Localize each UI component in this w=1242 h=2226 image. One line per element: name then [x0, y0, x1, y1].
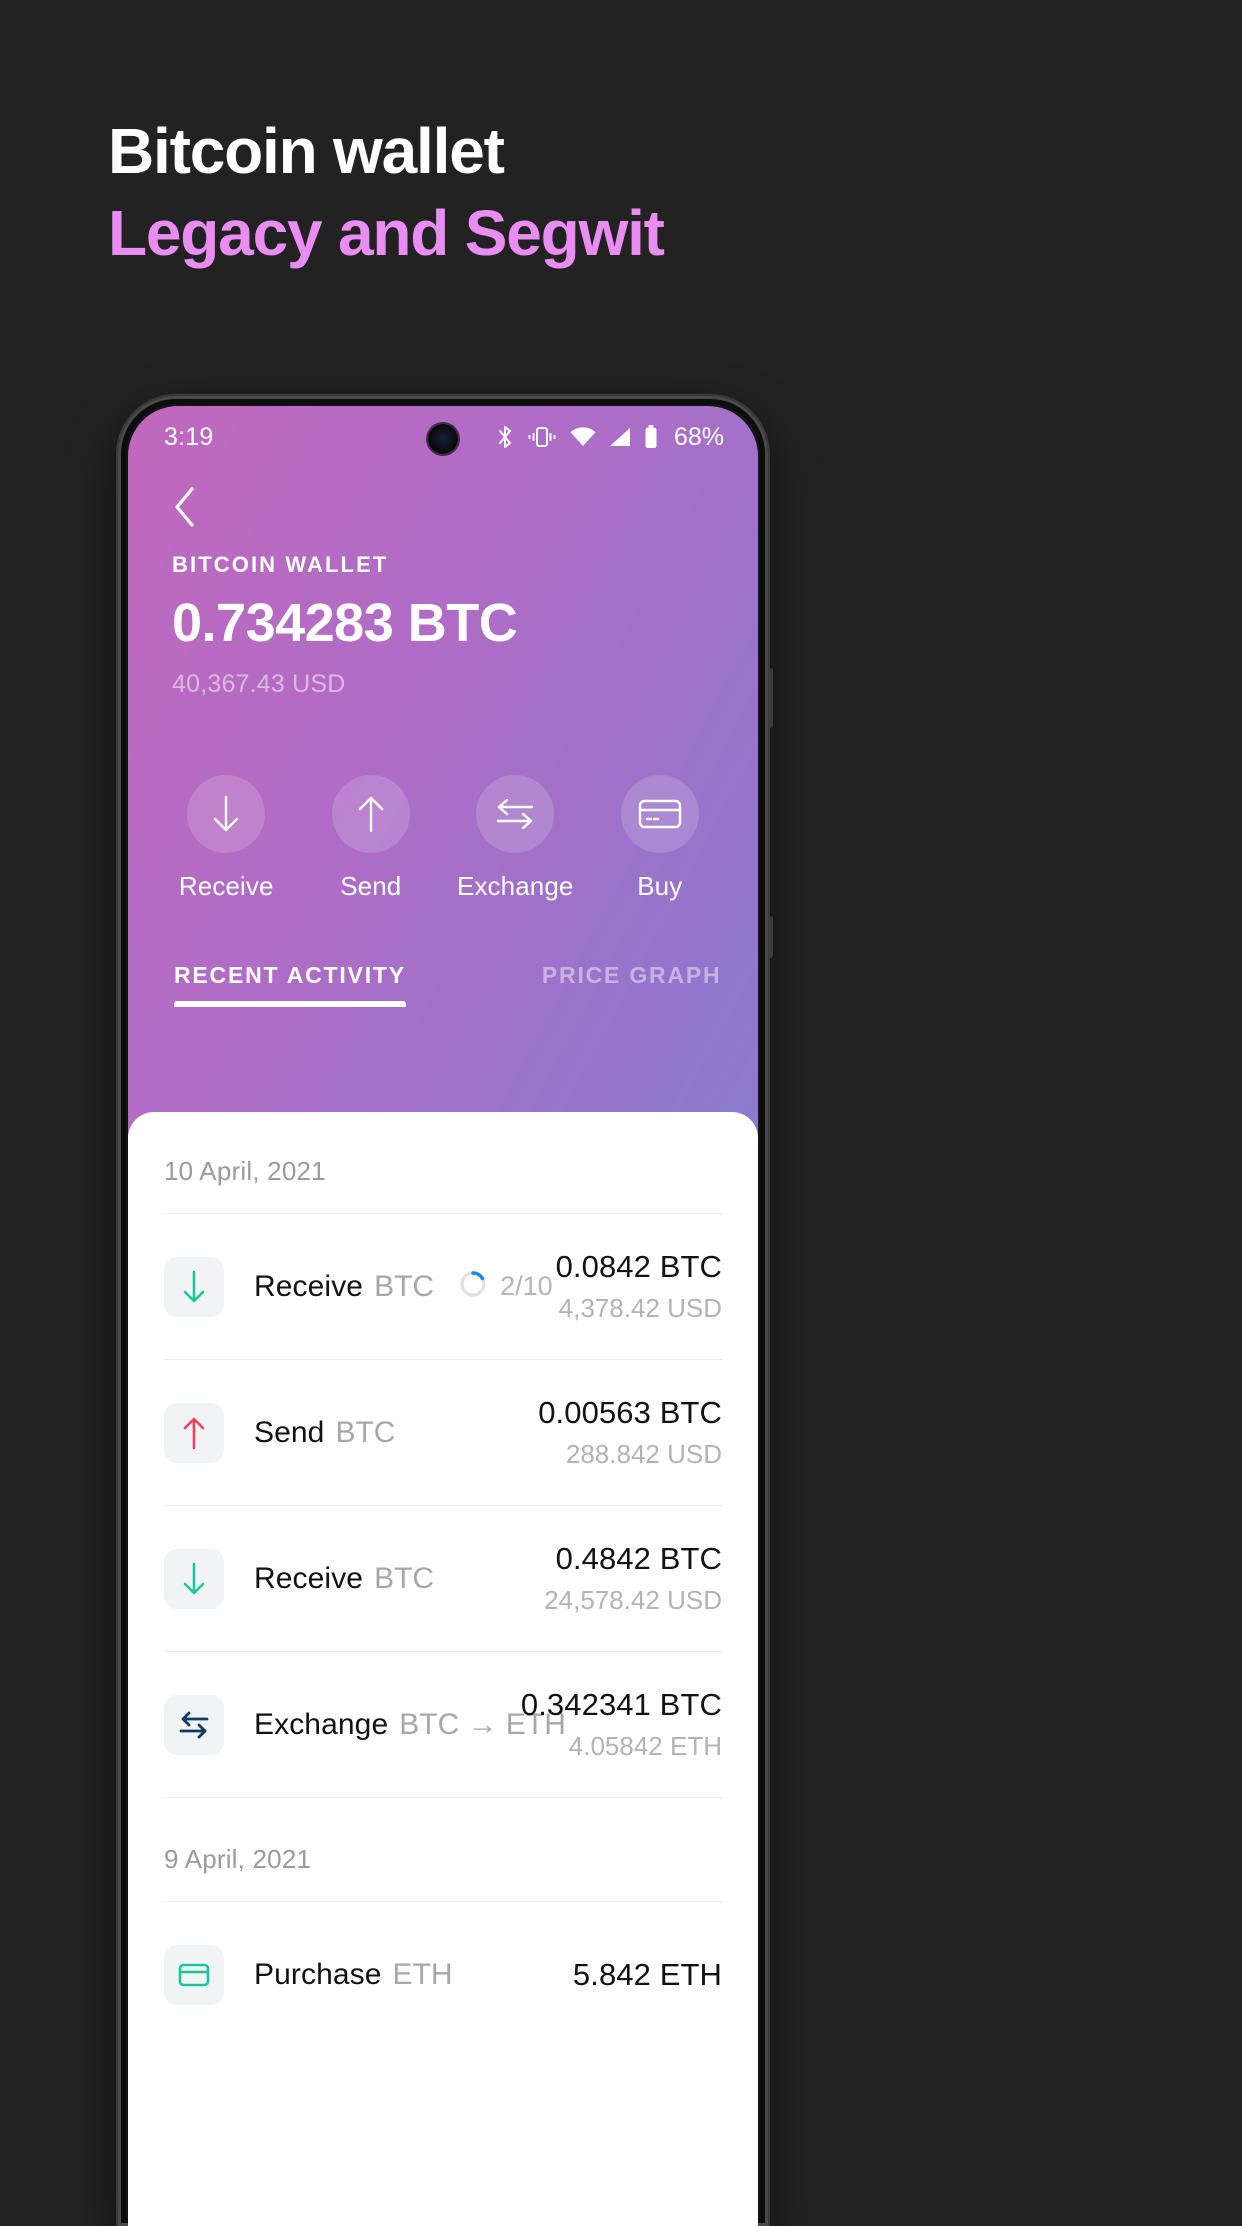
activity-date-header: 10 April, 2021 — [164, 1112, 722, 1214]
arrow-down-icon — [164, 1548, 224, 1609]
table-row[interactable]: Send BTC 0.00563 BTC 288.842 USD — [164, 1360, 722, 1506]
table-row[interactable]: Exchange BTC → ETH 0.342341 BTC 4.05842 … — [164, 1652, 722, 1798]
action-send-button[interactable]: Send — [299, 775, 444, 902]
action-buy-label: Buy — [637, 871, 683, 901]
credit-card-icon — [164, 1945, 224, 2005]
power-button[interactable] — [768, 668, 773, 728]
promo-heading-block: Bitcoin wallet Legacy and Segwit — [108, 112, 1108, 272]
arrow-down-icon — [164, 1256, 224, 1317]
transaction-amount: 0.342341 BTC — [520, 1687, 722, 1722]
action-exchange-button[interactable]: Exchange — [443, 775, 588, 902]
tab-recent-activity[interactable]: RECENT ACTIVITY — [174, 962, 406, 1007]
status-bar: 3:19 68% — [128, 406, 758, 468]
transaction-amount-fiat: 4,378.42 USD — [558, 1293, 722, 1323]
transaction-type: Receive — [254, 1269, 364, 1303]
action-receive-label: Receive — [178, 871, 274, 901]
transaction-asset: BTC — [335, 1415, 396, 1449]
transaction-amount-fiat: 24,578.42 USD — [544, 1585, 722, 1615]
bluetooth-icon — [496, 425, 514, 449]
transaction-amount: 0.4842 BTC — [555, 1541, 722, 1576]
front-camera-punch-hole — [428, 424, 458, 454]
tab-recent-activity-label: RECENT ACTIVITY — [174, 962, 406, 988]
transaction-amount: 0.0842 BTC — [555, 1249, 722, 1284]
activity-tabs: RECENT ACTIVITY PRICE GRAPH — [128, 962, 758, 1007]
transaction-asset: ETH — [392, 1958, 453, 1991]
action-receive-button[interactable]: Receive — [154, 775, 299, 902]
action-send-label: Send — [340, 871, 402, 901]
activity-sheet[interactable]: 10 April, 2021 Receive BTC 2/10 0.0842 B… — [128, 1112, 758, 2226]
tab-price-graph[interactable]: PRICE GRAPH — [542, 962, 722, 1007]
status-bar-time: 3:19 — [164, 422, 214, 451]
transaction-type: Purchase — [254, 1958, 382, 1991]
transaction-amount: 0.00563 BTC — [538, 1395, 722, 1430]
back-button[interactable] — [172, 486, 212, 527]
table-row[interactable]: Receive BTC 2/10 0.0842 BTC 4,378.42 USD — [164, 1214, 722, 1360]
transaction-type: Receive — [254, 1561, 364, 1595]
activity-date-header: 9 April, 2021 — [164, 1798, 722, 1902]
wallet-header: BITCOIN WALLET 0.734283 BTC 40,367.43 US… — [128, 468, 758, 699]
table-row[interactable]: Purchase ETH 5.842 ETH — [164, 1902, 722, 2048]
wallet-balance-fiat: 40,367.43 USD — [172, 670, 346, 698]
arrow-down-icon — [187, 775, 266, 853]
transaction-amount: 5.842 ETH — [572, 1957, 722, 1992]
wallet-balance: 0.734283 BTC — [172, 593, 518, 653]
volume-button[interactable] — [768, 916, 773, 958]
action-buy-button[interactable]: Buy — [588, 775, 733, 902]
confirmation-progress: 2/10 — [458, 1269, 553, 1304]
transaction-type: Send — [254, 1415, 325, 1449]
swap-arrows-icon — [476, 775, 555, 853]
status-bar-icons: 68% — [496, 423, 724, 452]
phone-screen: 3:19 68% BITCOIN WALLET 0.734283 BTC 40,… — [128, 406, 758, 2226]
progress-ring-icon — [458, 1269, 488, 1304]
confirmation-count: 2/10 — [500, 1271, 553, 1301]
transaction-asset: BTC — [374, 1561, 435, 1595]
transaction-amount-fiat: 4.05842 ETH — [568, 1731, 722, 1761]
action-exchange-label: Exchange — [457, 871, 574, 901]
phone-mockup: 3:19 68% BITCOIN WALLET 0.734283 BTC 40,… — [118, 396, 773, 2226]
cellular-signal-icon — [609, 427, 631, 447]
swap-arrows-icon — [164, 1694, 224, 1755]
transaction-asset: BTC — [374, 1269, 435, 1303]
wifi-icon — [570, 427, 596, 447]
promo-title-line1: Bitcoin wallet — [108, 115, 505, 187]
wallet-actions: Receive Send Exchange Buy — [128, 775, 758, 902]
credit-card-icon — [620, 775, 699, 853]
tab-price-graph-label: PRICE GRAPH — [541, 962, 722, 988]
table-row[interactable]: Receive BTC 0.4842 BTC 24,578.42 USD — [164, 1506, 722, 1652]
vibrate-icon — [527, 426, 557, 448]
transaction-type: Exchange — [254, 1707, 389, 1741]
arrow-up-icon — [164, 1402, 224, 1463]
promo-title-line2: Legacy and Segwit — [108, 197, 665, 270]
transaction-amount-fiat: 288.842 USD — [565, 1439, 722, 1469]
arrow-up-icon — [331, 775, 410, 853]
battery-percent-label: 68% — [673, 422, 724, 451]
battery-icon — [644, 425, 658, 449]
wallet-name-label: BITCOIN WALLET — [172, 552, 389, 577]
tab-active-indicator — [174, 1001, 406, 1007]
